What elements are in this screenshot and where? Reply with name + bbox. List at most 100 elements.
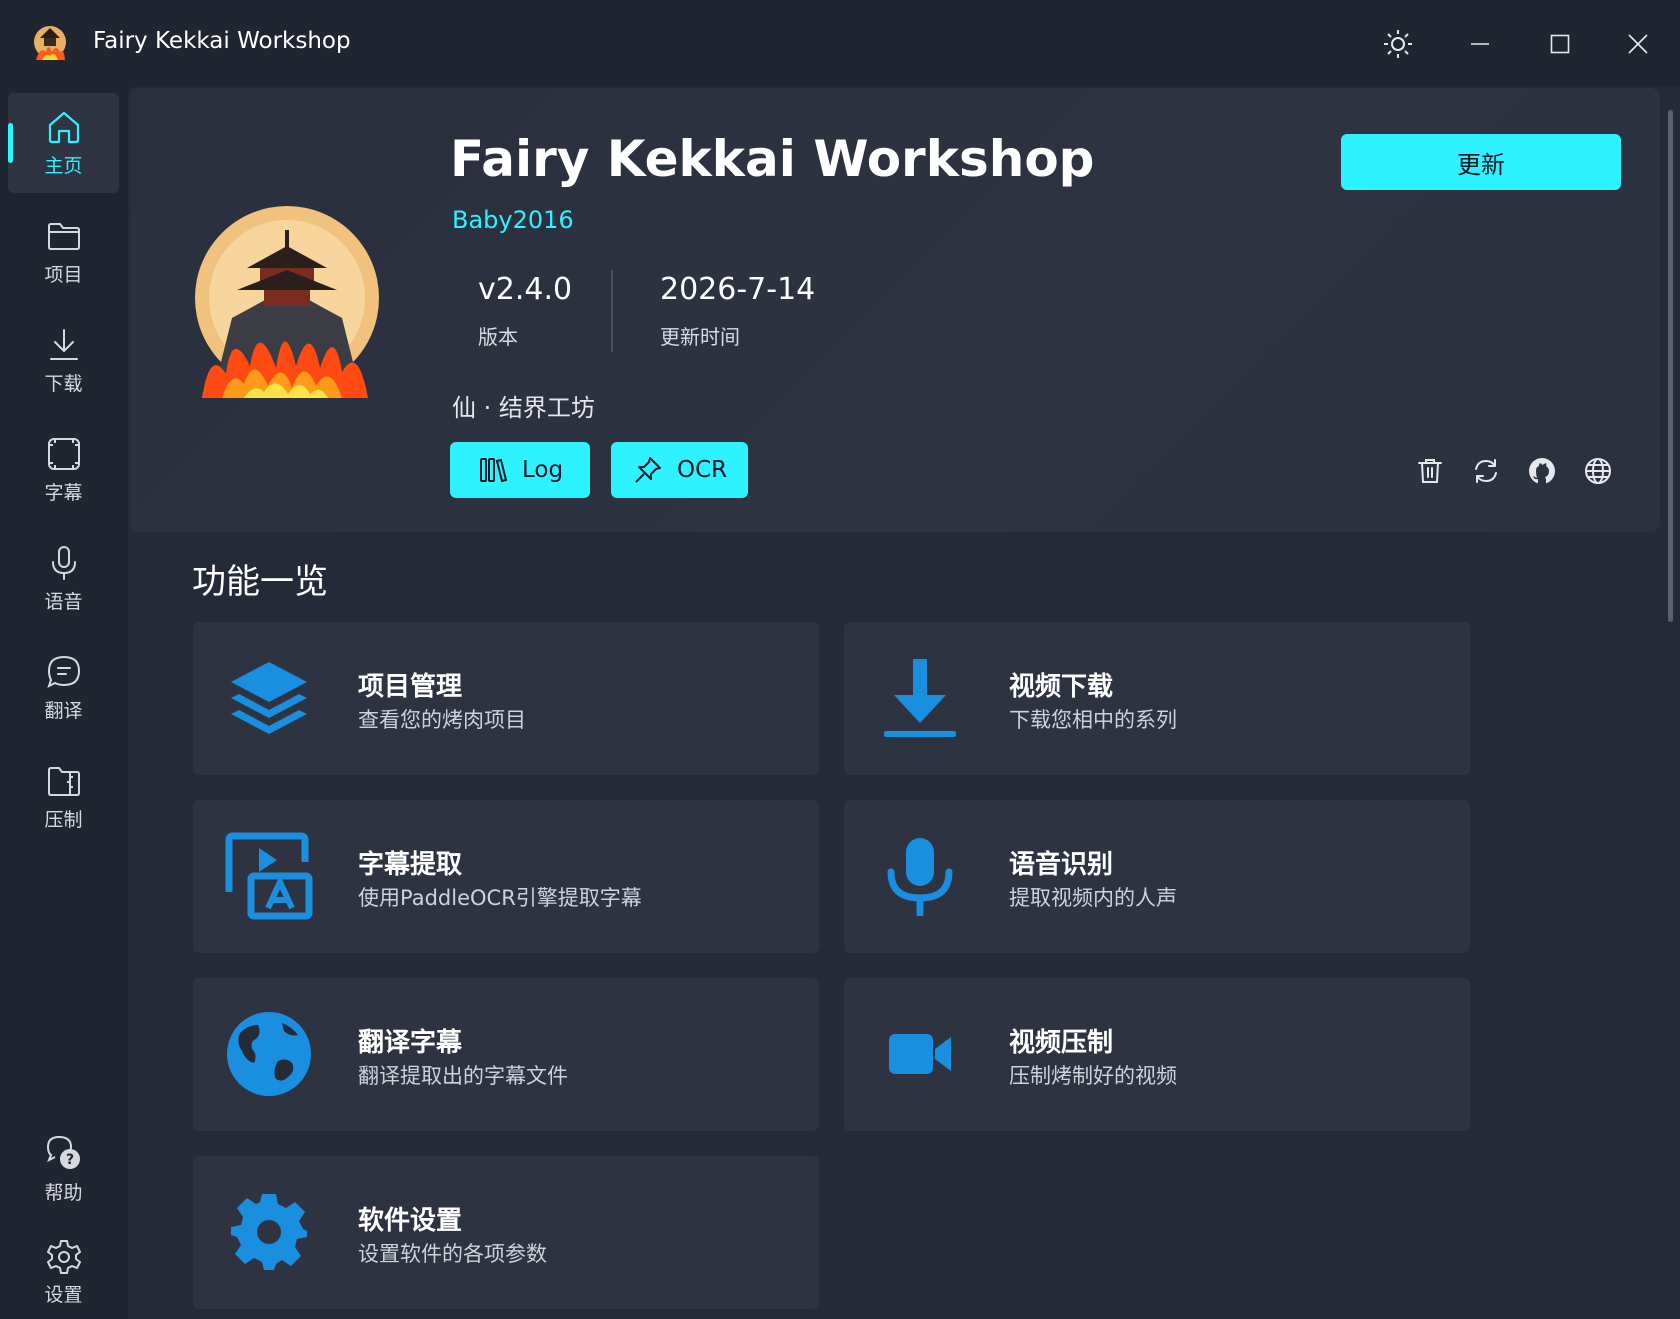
card-title: 视频下载	[1009, 672, 1114, 702]
sidebar-item-label: 项目	[44, 263, 83, 286]
globe-icon	[1585, 458, 1611, 484]
gear-icon	[231, 1194, 307, 1270]
gear-icon	[46, 1239, 81, 1274]
feature-card-download[interactable]: 视频下载 下载您相中的系列	[844, 622, 1470, 775]
section-title: 功能一览	[192, 562, 328, 602]
sidebar-item-label: 下载	[44, 372, 83, 395]
updated-value: 2026-7-14	[660, 272, 816, 307]
card-description: 提取视频内的人声	[1009, 886, 1177, 910]
sidebar-item-label: 字幕	[44, 481, 83, 504]
sidebar-item-settings[interactable]: 设置	[8, 1222, 119, 1319]
log-button-label: Log	[522, 457, 564, 483]
active-indicator	[8, 123, 13, 163]
card-description: 查看您的烤肉项目	[358, 708, 526, 732]
feature-card-settings[interactable]: 软件设置 设置软件的各项参数	[193, 1156, 819, 1309]
main-content: Fairy Kekkai Workshop Baby2016 v2.4.0 版本…	[128, 86, 1680, 1319]
pin-icon	[635, 457, 661, 483]
version-value: v2.4.0	[478, 272, 573, 307]
sidebar-item-label: 设置	[44, 1283, 83, 1306]
card-title: 项目管理	[358, 672, 463, 702]
version-label: 版本	[478, 325, 518, 349]
github-icon	[1529, 458, 1555, 484]
feature-card-translate[interactable]: 翻译字幕 翻译提取出的字幕文件	[193, 978, 819, 1131]
layers-icon	[231, 662, 307, 734]
trash-icon	[1418, 459, 1442, 483]
website-button[interactable]	[1581, 454, 1615, 488]
maximize-button[interactable]	[1530, 14, 1590, 74]
card-title: 翻译字幕	[358, 1028, 463, 1058]
title-bar: Fairy Kekkai Workshop	[0, 0, 1680, 86]
minimize-button[interactable]	[1450, 14, 1510, 74]
card-description: 使用PaddleOCR引擎提取字幕	[358, 886, 642, 910]
card-description: 翻译提取出的字幕文件	[358, 1064, 568, 1088]
app-logo-icon	[34, 26, 66, 60]
subtitle-extract-icon	[225, 832, 313, 920]
sidebar-item-label: 压制	[44, 808, 83, 831]
sidebar-item-label: 语音	[44, 590, 83, 613]
app-banner-logo	[195, 206, 379, 398]
sidebar-item-projects[interactable]: 项目	[8, 202, 119, 302]
update-button[interactable]: 更新	[1341, 134, 1621, 190]
refresh-button[interactable]	[1469, 454, 1503, 488]
sidebar-item-home[interactable]: 主页	[8, 93, 119, 193]
chat-bubble-icon	[46, 655, 80, 688]
updated-label: 更新时间	[660, 325, 740, 349]
card-title: 字幕提取	[358, 850, 463, 880]
video-camera-icon	[889, 1034, 951, 1074]
card-title: 软件设置	[358, 1206, 463, 1236]
sidebar-item-label: 翻译	[44, 699, 83, 722]
card-description: 下载您相中的系列	[1009, 708, 1177, 732]
sidebar-item-help[interactable]: ? 帮助	[8, 1119, 119, 1219]
home-icon	[48, 111, 79, 143]
theme-toggle-button[interactable]	[1368, 14, 1428, 74]
library-icon	[480, 458, 508, 483]
maximize-icon	[1550, 34, 1570, 54]
close-icon	[1628, 34, 1648, 54]
sidebar-item-speech[interactable]: 语音	[8, 529, 119, 629]
download-arrow-icon	[884, 659, 956, 737]
sidebar-item-label: 主页	[44, 154, 83, 177]
sidebar-item-encode[interactable]: 压制	[8, 747, 119, 847]
stat-divider	[611, 270, 613, 352]
globe-icon	[227, 1012, 311, 1096]
app-name-heading: Fairy Kekkai Workshop	[450, 130, 1095, 188]
feature-card-encode[interactable]: 视频压制 压制烤制好的视频	[844, 978, 1470, 1131]
sun-icon	[1384, 30, 1412, 58]
svg-text:?: ?	[65, 1152, 73, 1168]
sidebar-item-label: 帮助	[44, 1181, 83, 1204]
github-button[interactable]	[1525, 454, 1559, 488]
sidebar-item-subtitles[interactable]: 字幕	[8, 420, 119, 520]
folder-icon	[47, 222, 80, 250]
updated-stat: 2026-7-14 更新时间	[660, 272, 815, 350]
close-button[interactable]	[1608, 14, 1668, 74]
vertical-scrollbar[interactable]	[1668, 110, 1673, 622]
window-title: Fairy Kekkai Workshop	[93, 28, 351, 54]
ocr-button-label: OCR	[677, 457, 728, 483]
compress-folder-icon	[47, 766, 80, 796]
feature-card-subtitle-extract[interactable]: 字幕提取 使用PaddleOCR引擎提取字幕	[193, 800, 819, 953]
microphone-icon	[887, 838, 953, 916]
feature-card-speech[interactable]: 语音识别 提取视频内的人声	[844, 800, 1470, 953]
app-header-card: Fairy Kekkai Workshop Baby2016 v2.4.0 版本…	[130, 88, 1660, 532]
film-frame-icon	[47, 437, 80, 470]
log-button[interactable]: Log	[450, 442, 590, 498]
feature-card-projects[interactable]: 项目管理 查看您的烤肉项目	[193, 622, 819, 775]
help-chat-icon: ?	[46, 1135, 80, 1169]
sidebar: 主页 项目 下载 字幕 语音 翻译 压制 ? 帮助 设置	[0, 86, 128, 1319]
download-icon	[49, 328, 78, 360]
card-title: 视频压制	[1009, 1028, 1114, 1058]
author-link[interactable]: Baby2016	[452, 206, 574, 234]
delete-button[interactable]	[1413, 454, 1447, 488]
app-subtitle: 仙 · 结界工坊	[452, 394, 595, 422]
card-description: 设置软件的各项参数	[358, 1242, 547, 1266]
card-title: 语音识别	[1009, 850, 1114, 880]
version-stat: v2.4.0 版本	[478, 272, 572, 350]
sidebar-item-translate[interactable]: 翻译	[8, 638, 119, 738]
microphone-icon	[51, 545, 76, 580]
refresh-icon	[1475, 459, 1497, 483]
minimize-icon	[1471, 43, 1489, 45]
sidebar-item-download[interactable]: 下载	[8, 311, 119, 411]
ocr-button[interactable]: OCR	[611, 442, 748, 498]
card-description: 压制烤制好的视频	[1009, 1064, 1177, 1088]
app-window: Fairy Kekkai Workshop 主页 项目 下载 字幕 语音 翻译 …	[0, 0, 1680, 1319]
